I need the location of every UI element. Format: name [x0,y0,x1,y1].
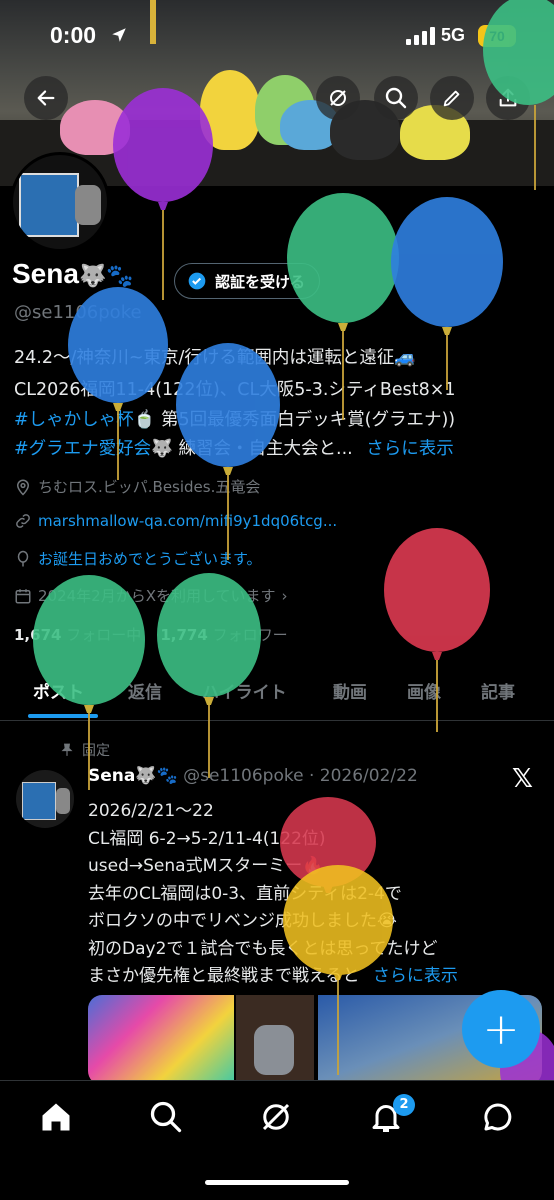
hashtag-link[interactable]: #グラエナ愛好会🐺 [14,439,173,459]
tab-articles[interactable]: 記事 [481,678,515,703]
post-text-last: まさか優先権と最終戦まで戦えると [88,966,360,986]
show-more-link[interactable]: さらに表示 [366,439,454,459]
notification-badge: 2 [393,1094,415,1116]
followers-label: フォロワー [212,626,288,644]
birthday-text: お誕生日おめでとうございます。 [38,550,262,568]
post-text-line: ボロクソの中でリベンジ成功しました😭 [88,911,397,931]
website-row: marshmallow-qa.com/mifi9y1dq06tcg... [14,512,337,530]
edit-button[interactable] [430,76,474,120]
bio-text: 練習会・自主大会と... [172,439,353,459]
post-text-line: 2026/2/21～22 [88,801,214,821]
signal-icon [406,27,436,45]
calendar-icon [15,588,31,603]
battery-indicator: 70 [478,25,516,47]
verified-badge-icon [188,272,206,290]
post-text-line: used→Sena式Mスターミー🔥 [88,856,324,876]
birthday-row: お誕生日おめでとうございます。 [14,548,262,569]
avatar-wolf [75,185,101,225]
post-media-image[interactable] [88,995,234,1085]
grok-icon[interactable] [258,1099,294,1135]
following-count: 1,674 [14,626,62,644]
tab-images[interactable]: 画像 [407,678,441,703]
profile-handle: @se1106poke [14,302,142,323]
joined-text: 2024年2月からXを利用しています [38,587,276,605]
hide-icon [330,90,346,106]
profile-avatar[interactable] [10,152,110,252]
pin-icon [61,743,73,756]
hashtag-link[interactable]: #しゃかしゃ杯🍵 [14,410,155,430]
followers-link[interactable]: 1,774 フォロワー [160,626,287,644]
plus-icon: + [482,1003,520,1055]
hide-button[interactable] [316,76,360,120]
status-bar: 0:00 5G 70 [0,0,554,72]
post-media-image[interactable] [236,995,314,1085]
plush-pink [60,100,130,155]
x-logo-icon: 𝕏 [512,764,533,794]
back-icon [37,90,55,106]
plush-yellow [200,70,260,150]
get-verified-button[interactable]: 認証を受ける [174,263,321,299]
post-handle-date: @se1106poke · 2026/02/22 [183,766,418,786]
share-icon [499,88,517,107]
bio-line: #グラエナ愛好会🐺 練習会・自主大会と... さらに表示 [14,434,454,464]
post-text-line: 初のDay2で１試合でも長くとは思ってたけど [88,939,438,959]
tab-videos[interactable]: 動画 [333,678,367,703]
post-show-more-link[interactable]: さらに表示 [373,966,458,986]
post-author-name[interactable]: Sena🐺🐾 [88,766,178,786]
compose-post-button[interactable]: + [462,990,540,1068]
tab-active-indicator [28,714,98,718]
profile-name-emoji: 🐺🐾 [78,263,134,288]
home-icon[interactable] [38,1099,74,1135]
post-avatar-card [22,782,56,820]
share-button[interactable] [486,76,530,120]
wolf-plush [254,1025,294,1075]
following-link[interactable]: 1,674 フォロー中 [14,626,141,644]
post-avatar-wolf [56,788,70,814]
messages-icon[interactable] [480,1099,516,1135]
network-type: 5G [441,25,466,45]
profile-name: Sena🐺🐾 [12,258,134,290]
search-nav-icon[interactable] [148,1099,184,1135]
chevron-right-icon[interactable]: › [282,587,288,605]
joined-row: 2024年2月からXを利用しています › [14,585,288,606]
location-icon [16,479,30,496]
website-link[interactable]: marshmallow-qa.com/mifi9y1dq06tcg... [38,512,337,530]
post-text-line: CL福岡 6-2→5-2/11-4(122位) [88,829,326,849]
edit-icon [443,90,460,107]
post-text-line: まさか優先権と最終戦まで戦えると さらに表示 [88,961,458,986]
search-button[interactable] [374,76,418,120]
location-row: ちむロス.ビッパ.Besides.五竜会 [14,476,260,497]
pinned-indicator: 固定 [60,740,110,760]
tab-highlights[interactable]: ハイライト [202,678,287,703]
balloon-icon [17,550,29,566]
status-time: 0:00 [50,22,97,48]
location-text: ちむロス.ビッパ.Besides.五竜会 [38,478,261,496]
tab-posts[interactable]: ポスト [33,678,84,703]
bio-line: #しゃかしゃ杯🍵 第5回最優秀面白デッキ賞(グラエナ)) [14,405,455,435]
search-icon [385,87,407,109]
avatar-card [19,173,79,237]
back-button[interactable] [24,76,68,120]
post-header: Sena🐺🐾 @se1106poke · 2026/02/22 [88,766,418,786]
follow-stats: 1,674 フォロー中 1,774 フォロワー [14,624,288,645]
profile-name-text: Sena [12,258,79,289]
following-label: フォロー中 [66,626,142,644]
pinned-label: 固定 [82,743,110,759]
tab-replies[interactable]: 返信 [128,678,162,703]
bio-line: CL2026福岡11-4(122位)、CL大阪5-3.シティBest8×1 [14,380,456,400]
post-text-line: 去年のCL福岡は0-3、直前シティは2-4で [88,884,402,904]
bio-line: 24.2～/神奈川~東京/行ける範囲内は運転と遠征🚙 [14,348,417,368]
location-arrow-icon [112,28,126,42]
get-verified-label: 認証を受ける [215,272,306,291]
post-avatar[interactable] [16,770,74,828]
followers-count: 1,774 [160,626,208,644]
bio-text: 第5回最優秀面白デッキ賞(グラエナ)) [155,410,456,430]
link-icon [16,514,30,528]
home-indicator [205,1180,349,1185]
